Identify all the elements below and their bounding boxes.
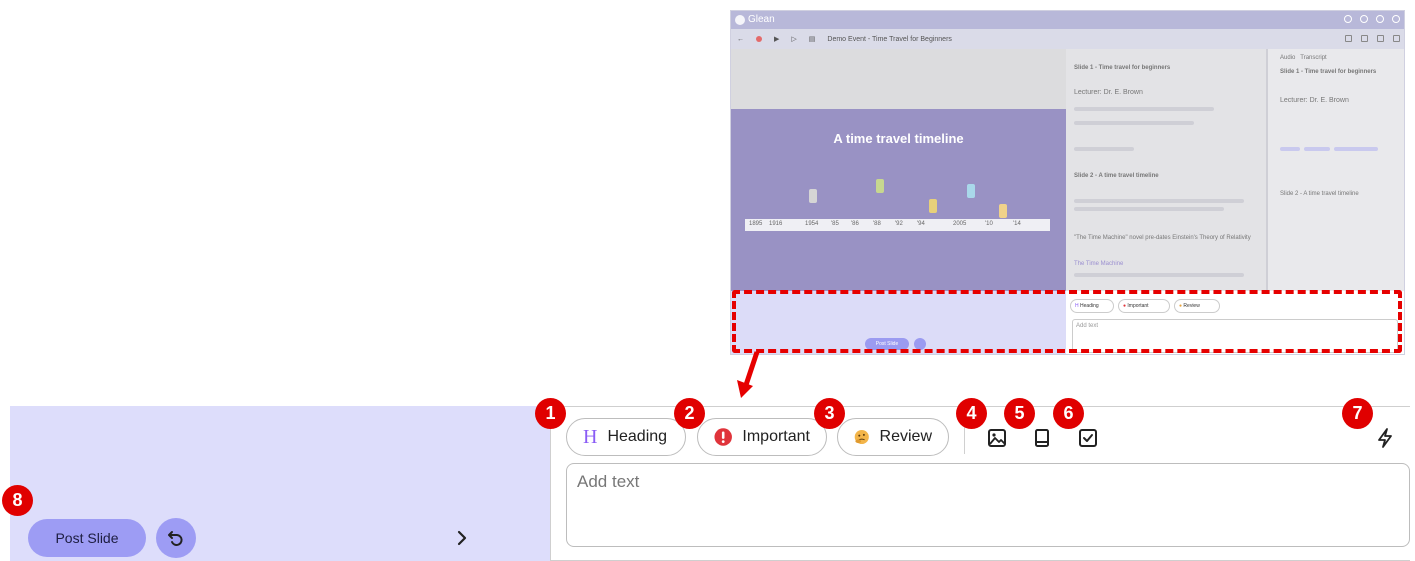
captions-icon[interactable]: ▤	[809, 35, 816, 43]
undo-button[interactable]	[156, 518, 196, 558]
mini-note-line	[1074, 107, 1214, 111]
pointer-arrow-icon	[737, 351, 760, 398]
help-icon[interactable]	[1376, 15, 1384, 23]
important-tag-label: Important	[742, 428, 810, 445]
mini-window-icons	[1344, 15, 1400, 23]
mini-note-lecturer: Lecturer: Dr. E. Brown	[1074, 89, 1143, 96]
graduation-icon[interactable]	[1345, 35, 1352, 42]
insert-image-button[interactable]	[985, 426, 1009, 450]
settings-icon[interactable]	[1344, 15, 1352, 23]
callout-badge-8: 8	[2, 485, 33, 516]
highlight-box	[732, 290, 1402, 353]
mini-audio-bar	[1280, 147, 1300, 151]
mini-tabs[interactable]: Audio Transcript	[1280, 55, 1327, 61]
mini-transcript-panel: Audio Transcript Slide 1 - Time travel f…	[1266, 49, 1404, 291]
mini-transcript-heading: Slide 2 - A time travel timeline	[1280, 191, 1359, 197]
mini-event-title: Demo Event - Time Travel for Beginners	[827, 35, 952, 43]
heading-icon: H	[583, 425, 598, 448]
mini-toolbar-right	[1345, 35, 1400, 42]
tab-audio[interactable]: Audio	[1280, 55, 1295, 61]
year-label: '85	[831, 221, 839, 227]
mini-note-heading: Slide 2 - A time travel timeline	[1074, 173, 1159, 179]
mini-titlebar: Glean	[731, 11, 1404, 29]
bookmark-icon	[1035, 429, 1049, 447]
cloud-icon[interactable]	[1360, 15, 1368, 23]
quick-action-button[interactable]	[1373, 426, 1397, 450]
mini-note-line	[1074, 273, 1244, 277]
post-slide-button[interactable]: Post Slide	[28, 519, 146, 557]
next-slide-button[interactable]	[452, 528, 472, 548]
layout-icon[interactable]	[1393, 35, 1400, 42]
mini-note-heading: Slide 1 - Time travel for beginners	[1074, 65, 1171, 71]
mini-notes-panel: Slide 1 - Time travel for beginners Lect…	[1066, 49, 1266, 291]
callout-badge-1: 1	[535, 398, 566, 429]
year-label: 1895	[749, 221, 763, 227]
callout-badge-6: 6	[1053, 398, 1084, 429]
mini-note-line	[1074, 147, 1134, 151]
timeline-pin	[809, 189, 817, 203]
year-label: '86	[851, 221, 859, 227]
play-icon[interactable]: ▶	[774, 35, 779, 43]
bookmark-button[interactable]	[1030, 426, 1054, 450]
mini-app-name: Glean	[748, 14, 775, 25]
checkbox-icon	[1079, 429, 1097, 447]
year-label: '92	[895, 221, 903, 227]
mini-timeline-bar: 1895 1916 1954 '85 '86 '88 '92 '94 2005 …	[745, 219, 1050, 231]
heading-tag-label: Heading	[607, 428, 668, 445]
mini-note-line	[1074, 207, 1224, 211]
important-tag-button[interactable]: Important	[697, 418, 827, 456]
timer-icon[interactable]	[1361, 35, 1368, 42]
chevron-right-icon	[457, 530, 467, 546]
year-label: 2005	[953, 221, 967, 227]
mini-audio-bar	[1304, 147, 1330, 151]
timeline-pin	[999, 204, 1007, 218]
callout-badge-7: 7	[1342, 398, 1373, 429]
mini-transcript-heading: Slide 1 - Time travel for beginners	[1280, 69, 1377, 75]
year-label: 1954	[805, 221, 819, 227]
callout-badge-5: 5	[1004, 398, 1035, 429]
review-tag-label: Review	[879, 428, 932, 445]
back-arrow-icon[interactable]: ←	[737, 36, 744, 43]
callout-badge-3: 3	[814, 398, 845, 429]
callout-badge-4: 4	[956, 398, 987, 429]
callout-badge-2: 2	[674, 398, 705, 429]
timeline-pin	[929, 199, 937, 213]
mini-transcript-lecturer: Lecturer: Dr. E. Brown	[1280, 97, 1349, 104]
image-icon	[988, 429, 1006, 447]
notes-icon[interactable]	[1377, 35, 1384, 42]
mini-note-wiki[interactable]: The Time Machine	[1074, 261, 1123, 267]
heading-tag-button[interactable]: H Heading	[566, 418, 686, 456]
timeline-pin	[876, 179, 884, 193]
checkbox-button[interactable]	[1076, 426, 1100, 450]
mini-audio-bar	[1334, 147, 1378, 151]
mini-note-line	[1074, 121, 1194, 125]
exclamation-icon	[714, 428, 732, 446]
mini-note-line	[1074, 199, 1244, 203]
mini-slide-area: A time travel timeline 1895 1916 1954 '8…	[731, 49, 1066, 294]
add-text-field[interactable]: Add text	[566, 463, 1410, 547]
year-label: '88	[873, 221, 881, 227]
glean-logo-icon	[735, 14, 745, 25]
mini-logo: Glean	[735, 14, 775, 25]
play-outline-icon[interactable]: ▷	[791, 35, 796, 43]
timeline-pin	[967, 184, 975, 198]
mini-slide-title: A time travel timeline	[833, 131, 964, 146]
year-label: '10	[985, 221, 993, 227]
undo-icon	[168, 531, 183, 546]
year-label: 1916	[769, 221, 783, 227]
year-label: '94	[917, 221, 925, 227]
tab-transcript[interactable]: Transcript	[1300, 55, 1326, 61]
thinking-emoji-icon	[854, 429, 869, 445]
year-label: '14	[1013, 221, 1021, 227]
mini-slide: A time travel timeline 1895 1916 1954 '8…	[731, 109, 1066, 294]
lightning-icon	[1378, 428, 1392, 448]
review-tag-button[interactable]: Review	[837, 418, 949, 456]
account-icon[interactable]	[1392, 15, 1400, 23]
record-icon[interactable]	[756, 36, 762, 42]
mini-note-quote: "The Time Machine" novel pre-dates Einst…	[1074, 235, 1251, 241]
mini-toolbar: ← ▶ ▷ ▤ Demo Event - Time Travel for Beg…	[731, 29, 1404, 49]
